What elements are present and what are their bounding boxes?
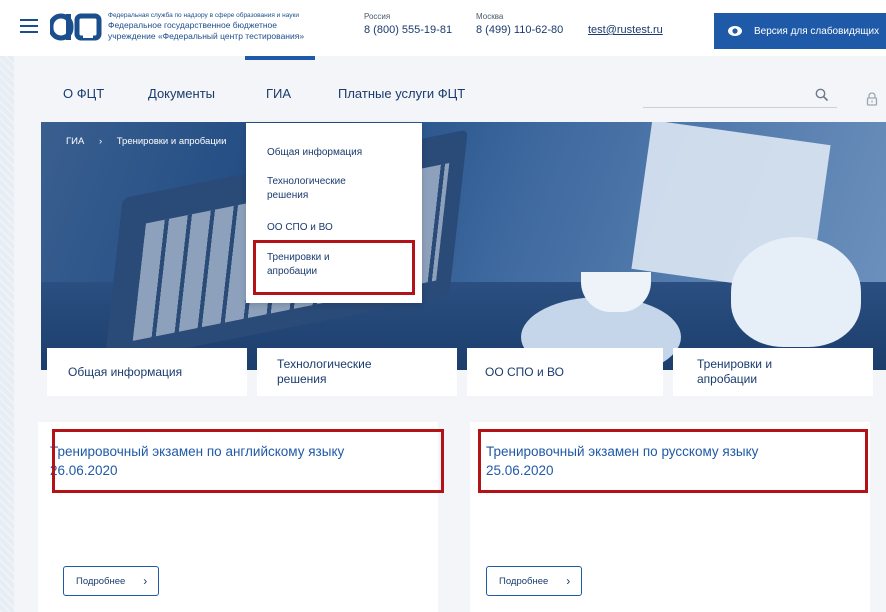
breadcrumb-separator: › xyxy=(98,136,103,147)
nav-item-documents[interactable]: Документы xyxy=(148,86,215,101)
nav-active-indicator xyxy=(245,56,315,60)
contact-moscow: Москва 8 (499) 110-62-80 xyxy=(476,12,563,36)
vision-version-button[interactable]: Версия для слабовидящих xyxy=(714,13,886,49)
breadcrumb: ГИА › Тренировки и апробации xyxy=(66,136,226,147)
search-input[interactable] xyxy=(643,107,837,108)
more-button-label: Подробнее xyxy=(76,575,126,587)
russia-phone[interactable]: 8 (800) 555-19-81 xyxy=(364,24,452,36)
card-highlight-box xyxy=(52,429,444,493)
vision-button-label: Версия для слабовидящих xyxy=(754,25,880,37)
moscow-label: Москва xyxy=(476,12,504,21)
org-line-2: учреждение «Федеральный центр тестирован… xyxy=(108,31,305,41)
nav-item-paid-services[interactable]: Платные услуги ФЦТ xyxy=(338,86,465,101)
org-small-text: Федеральная служба по надзору в сфере об… xyxy=(108,12,299,19)
contact-russia: Россия 8 (800) 555-19-81 xyxy=(364,12,452,36)
top-bar: Федеральная служба по надзору в сфере об… xyxy=(0,0,886,56)
dropdown-highlight-box xyxy=(253,240,415,295)
tab-label: ОО СПО и ВО xyxy=(485,364,564,379)
org-line-1: Федеральное государственное бюджетное xyxy=(108,20,277,30)
tab-label: Общая информация xyxy=(68,364,183,379)
russia-label: Россия xyxy=(364,12,391,21)
hero-teapot xyxy=(731,237,861,347)
tab-general-info[interactable]: Общая информация xyxy=(47,348,247,396)
more-button[interactable]: Подробнее › xyxy=(486,566,582,596)
nav-item-gia[interactable]: ГИА xyxy=(266,86,291,101)
tab-trainings[interactable]: Тренировки и апробации xyxy=(673,348,873,396)
nav-item-about[interactable]: О ФЦТ xyxy=(63,86,104,101)
lock-icon[interactable] xyxy=(866,92,878,106)
more-button[interactable]: Подробнее › xyxy=(63,566,159,596)
dropdown-item-spo-vo[interactable]: ОО СПО и ВО xyxy=(267,221,333,235)
chevron-right-icon: › xyxy=(143,574,148,588)
more-button-label: Подробнее xyxy=(499,575,549,587)
tab-label: Тренировки и апробации xyxy=(697,357,773,386)
email-link[interactable]: test@rustest.ru xyxy=(588,24,663,36)
search-icon[interactable] xyxy=(815,88,829,102)
menu-icon[interactable] xyxy=(20,19,38,33)
dropdown-item-general[interactable]: Общая информация xyxy=(267,146,362,160)
eye-icon xyxy=(728,26,742,36)
breadcrumb-current: Тренировки и апробации xyxy=(116,136,227,147)
hero-banner xyxy=(41,122,886,370)
breadcrumb-root[interactable]: ГИА xyxy=(66,136,84,147)
logo-icon[interactable] xyxy=(50,12,102,42)
organization-name[interactable]: Федеральная служба по надзору в сфере об… xyxy=(108,12,343,42)
dropdown-item-tech[interactable]: Технологические решения xyxy=(267,175,377,203)
tab-label: Технологические решения xyxy=(277,357,372,386)
moscow-phone[interactable]: 8 (499) 110-62-80 xyxy=(476,24,563,36)
tab-spo-vo[interactable]: ОО СПО и ВО xyxy=(467,348,663,396)
tab-tech-solutions[interactable]: Технологические решения xyxy=(257,348,457,396)
chevron-right-icon: › xyxy=(566,574,571,588)
card-highlight-box xyxy=(478,429,868,493)
